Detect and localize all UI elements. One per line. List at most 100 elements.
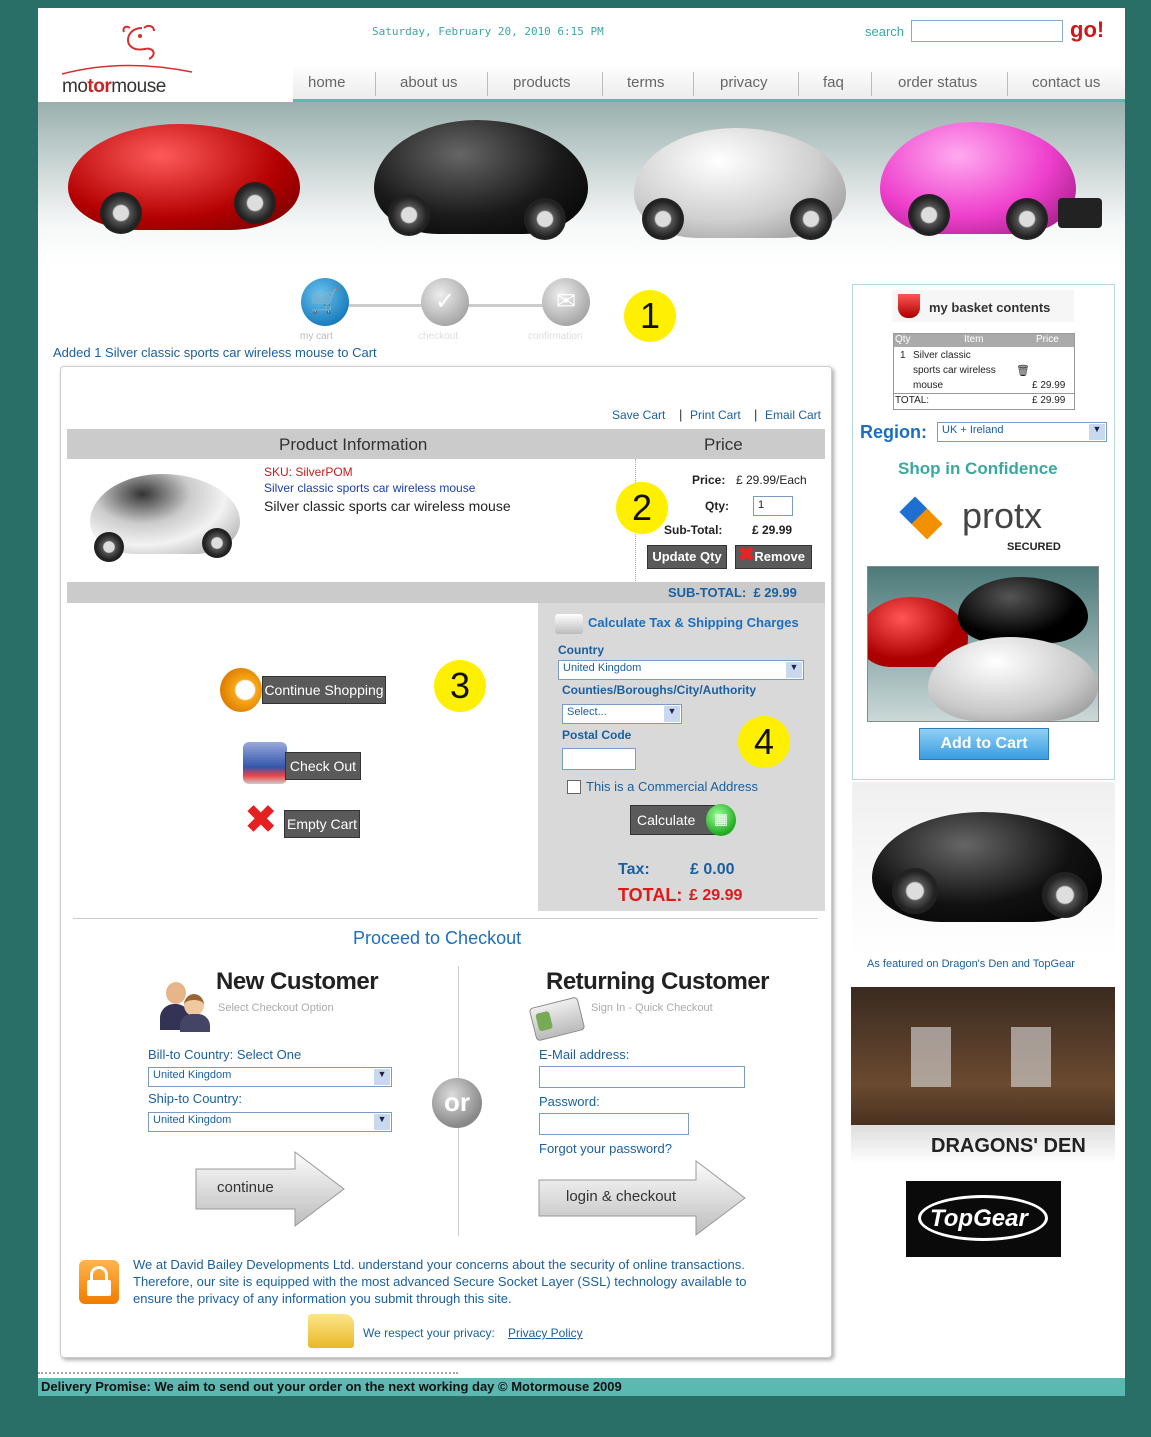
shopping-basket-icon <box>898 294 920 318</box>
marker-1: 1 <box>624 290 676 342</box>
calculate-button[interactable]: Calculate ▦ <box>630 804 736 836</box>
undo-arrow-icon <box>220 668 262 712</box>
region-select[interactable]: UK + Ireland ▼ <box>937 422 1107 442</box>
save-cart-link[interactable]: Save Cart <box>612 408 665 422</box>
nav-order-status[interactable]: order status <box>898 74 977 91</box>
total-label: TOTAL: <box>618 885 683 905</box>
add-to-cart-button[interactable]: Add to Cart <box>919 728 1049 760</box>
tax-title: Calculate Tax & Shipping Charges <box>588 615 799 630</box>
print-cart-link[interactable]: Print Cart <box>690 408 741 422</box>
lock-icon <box>79 1260 119 1304</box>
new-customer-title: New Customer <box>216 968 379 995</box>
step-label-checkout: checkout <box>418 331 459 342</box>
checkout-button[interactable]: Check Out <box>243 742 361 784</box>
mouse-logo-icon <box>122 24 155 60</box>
item-link[interactable]: Silver classic sports car wireless mouse <box>264 481 475 495</box>
postal-code-label: Postal Code <box>562 728 632 742</box>
continue-shopping-button[interactable]: Continue Shopping <box>220 668 386 712</box>
subtotal-label: Sub-Total: <box>664 523 723 537</box>
nav-contact-us[interactable]: contact us <box>1032 74 1100 91</box>
country-select[interactable]: United Kingdom ▼ <box>558 660 804 680</box>
chevron-down-icon: ▼ <box>374 1114 390 1130</box>
continue-button[interactable]: continue <box>195 1150 345 1228</box>
product-photo <box>867 566 1099 722</box>
step-label-confirmation: confirmation <box>528 331 583 342</box>
counties-label: Counties/Boroughs/City/Authority <box>562 683 756 697</box>
nav-products[interactable]: products <box>513 74 571 91</box>
empty-cart-button[interactable]: ✖ Empty Cart <box>244 798 360 844</box>
cash-register-icon <box>243 742 287 784</box>
confirmation-step-icon: ✉ <box>542 278 590 326</box>
logo[interactable]: motormouse <box>62 18 193 100</box>
subtotal-value: £ 29.99 <box>752 523 793 537</box>
box-icon <box>555 614 583 634</box>
checkout-step-icon: ✓ <box>421 278 469 326</box>
update-qty-button[interactable]: Update Qty <box>647 545 727 569</box>
qty-label: Qty: <box>705 499 729 513</box>
go-button[interactable]: go! <box>1070 17 1104 43</box>
forgot-password-link[interactable]: Forgot your password? <box>539 1141 672 1156</box>
region-label: Region: <box>860 422 927 442</box>
email-cart-link[interactable]: Email Cart <box>765 408 821 422</box>
ship-country-select[interactable]: United Kingdom ▼ <box>148 1112 392 1132</box>
marker-4: 4 <box>738 716 790 768</box>
chevron-down-icon: ▼ <box>664 706 680 722</box>
trash-icon[interactable]: 🗑 <box>1016 364 1030 377</box>
dragons-den-image: DRAGONS' DEN <box>851 987 1115 1164</box>
header-date: Saturday, February 20, 2010 6:15 PM <box>372 25 604 38</box>
login-checkout-button[interactable]: login & checkout <box>538 1159 746 1237</box>
calculator-icon: ▦ <box>706 804 736 836</box>
email-input[interactable] <box>539 1066 745 1088</box>
new-customer-subtitle: Select Checkout Option <box>218 1002 334 1014</box>
search-input[interactable] <box>911 20 1063 42</box>
nav-about-us[interactable]: about us <box>400 74 458 91</box>
remove-button[interactable]: ✖ Remove <box>735 544 812 569</box>
security-text-2: Therefore, our site is equipped with the… <box>133 1274 747 1289</box>
ship-country-label: Ship-to Country: <box>148 1091 242 1106</box>
nav-home[interactable]: home <box>308 74 346 91</box>
total-value: £ 29.99 <box>689 887 743 904</box>
tax-label: Tax: <box>618 861 650 878</box>
usb-receiver-image <box>1058 198 1102 228</box>
step-label-cart: my cart <box>300 331 333 342</box>
hero-banner <box>38 102 1125 266</box>
commercial-address-checkbox[interactable] <box>567 780 581 794</box>
shop-in-confidence: Shop in Confidence <box>898 459 1058 478</box>
returning-customer-title: Returning Customer <box>546 968 770 995</box>
basket-title: my basket contents <box>929 300 1051 315</box>
basket-table: Qty Item Price 1 Silver classic sports c… <box>893 333 1075 410</box>
qty-input[interactable]: 1 <box>753 496 793 516</box>
protx-logo: protx SECURED <box>898 483 1068 561</box>
postal-code-input[interactable] <box>562 748 636 770</box>
proceed-title: Proceed to Checkout <box>353 928 522 948</box>
cart-step-icon: 🛒 <box>301 278 349 326</box>
bill-country-label: Bill-to Country: Select One <box>148 1047 302 1062</box>
chevron-down-icon: ▼ <box>1089 424 1105 440</box>
password-label: Password: <box>539 1094 600 1109</box>
nav-terms[interactable]: terms <box>627 74 665 91</box>
header-product: Product Information <box>279 435 428 454</box>
logo-text-bold: tor <box>87 76 112 97</box>
nav-faq[interactable]: faq <box>823 74 844 91</box>
topgear-logo: TopGear <box>906 1181 1061 1257</box>
price-value: £ 29.99/Each <box>736 473 807 487</box>
bill-country-select[interactable]: United Kingdom ▼ <box>148 1067 392 1087</box>
subtotal-bar-text: SUB-TOTAL: £ 29.99 <box>668 585 797 600</box>
remove-x-icon: ✖ <box>738 544 755 566</box>
password-input[interactable] <box>539 1113 689 1135</box>
item-description: Silver classic sports car wireless mouse <box>264 498 511 514</box>
nav-privacy[interactable]: privacy <box>720 74 768 91</box>
counties-select[interactable]: Select... ▼ <box>562 704 682 724</box>
logo-text-post: mouse <box>111 76 166 97</box>
added-message: Added 1 Silver classic sports car wirele… <box>53 345 377 360</box>
chevron-down-icon: ▼ <box>786 662 802 678</box>
search-label: search <box>865 24 905 39</box>
privacy-policy-link[interactable]: Privacy Policy <box>508 1326 583 1340</box>
country-label: Country <box>558 643 604 657</box>
security-text-3: ensure the privacy of any information yo… <box>133 1291 512 1306</box>
new-customer-icon <box>160 980 212 1032</box>
item-sku: SKU: SilverPOM <box>264 465 353 479</box>
security-text-1: We at David Bailey Developments Ltd. und… <box>133 1257 745 1272</box>
commercial-address-label: This is a Commercial Address <box>586 779 758 794</box>
header-price: Price <box>704 435 743 454</box>
